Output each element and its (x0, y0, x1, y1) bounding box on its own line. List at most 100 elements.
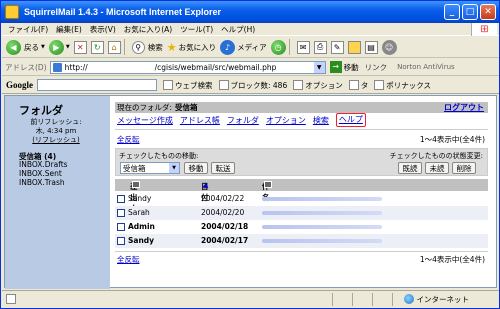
sort-icon[interactable] (264, 181, 272, 188)
back-arrow-icon: ◀ (6, 39, 21, 55)
edit-icon: ✎ (330, 40, 344, 54)
nav-compose[interactable]: メッセージ作成 (117, 115, 173, 126)
toggle-all-link[interactable]: 全反転 (117, 134, 140, 145)
web-search-button[interactable]: ウェブ検索 (163, 80, 213, 91)
media-icon: ♪ (220, 39, 236, 55)
home-button[interactable]: ⌂ (107, 40, 121, 54)
maximize-button[interactable]: □ (462, 4, 478, 20)
search-button[interactable]: ⚲ 検索 (131, 40, 163, 54)
forward-messages-button[interactable]: 転送 (211, 162, 235, 174)
minimize-button[interactable]: _ (444, 4, 460, 20)
search-icon (163, 80, 173, 90)
row-subject-blurred[interactable] (262, 239, 382, 243)
nav-address-book[interactable]: アドレス帳 (180, 115, 220, 126)
popup-button[interactable]: ポリナックス (374, 80, 431, 91)
go-button[interactable]: → 移動 (329, 61, 359, 73)
stop-button[interactable]: ✕ (73, 40, 87, 54)
address-bar: アドレス(D) http:// /cgisis/webmail/src/webm… (2, 59, 499, 76)
menu-view[interactable]: 表示(V) (90, 24, 116, 35)
norton-antivirus-button[interactable]: Norton AntiVirus (397, 63, 455, 71)
message-table-header: 差出人 日付 ▲ 件名 (115, 179, 488, 213)
popup-blocker-button[interactable]: ブロック数: 486 (218, 80, 287, 91)
star-icon: ★ (166, 40, 177, 54)
toggle-row-bottom: 全反転 1～4表示中(全4件) (115, 254, 488, 264)
sidebar-item-drafts[interactable]: INBOX.Drafts (19, 160, 68, 169)
print-button[interactable]: ⎙ (313, 40, 327, 54)
row-from: Sandy (128, 194, 152, 203)
nav-options[interactable]: オプション (266, 115, 306, 126)
move-target-select[interactable]: 受信箱 ▼ (120, 162, 180, 174)
pagerank-icon (348, 80, 359, 90)
row-date: 2004/02/17 (201, 236, 249, 245)
logout-link[interactable]: ログアウト (444, 102, 484, 113)
row-checkbox[interactable] (117, 223, 125, 231)
menu-favorites[interactable]: お気に入り(A) (124, 24, 172, 35)
nav-links: メッセージ作成 アドレス帳 フォルダ オプション 検索 ヘルプ (117, 113, 373, 127)
sidebar-item-sent[interactable]: INBOX.Sent (19, 169, 62, 178)
nav-folders[interactable]: フォルダ (227, 115, 259, 126)
move-button[interactable]: 移動 (184, 162, 208, 174)
nav-help[interactable]: ヘルプ (335, 113, 366, 127)
favorites-button[interactable]: ★ お気に入り (167, 41, 216, 54)
globe-icon (403, 294, 414, 304)
table-row[interactable]: Admin 2004/02/18 (115, 220, 488, 234)
row-date: 2004/02/22 (201, 194, 245, 203)
forward-arrow-icon: ▶ (48, 39, 64, 55)
page-done-icon (6, 294, 16, 304)
media-button[interactable]: ♪ メディア (220, 39, 267, 55)
pagerank-button[interactable]: タ (348, 80, 368, 91)
sidebar-item-trash[interactable]: INBOX.Trash (19, 178, 65, 187)
mail-button[interactable]: ✉ (296, 40, 310, 54)
mail-icon: ✉ (296, 40, 310, 54)
discuss-button[interactable] (347, 40, 361, 54)
row-subject-blurred[interactable] (262, 197, 382, 201)
menu-edit[interactable]: 編集(E) (56, 24, 82, 35)
ie-toolbar: ◀ 戻る ▼ ▶ ▼ ✕ ↻ ⌂ ⚲ 検索 ★ お気に入り ♪ メディア ◷ ✉… (2, 37, 499, 58)
menu-file[interactable]: ファイル(F) (8, 24, 48, 35)
mark-unread-button[interactable]: 未読 (425, 162, 449, 174)
table-row[interactable]: Sarah 2004/02/20 (115, 206, 488, 220)
row-subject-blurred[interactable] (262, 225, 382, 229)
research-button[interactable]: ▤ (364, 40, 378, 54)
mark-read-button[interactable]: 既読 (398, 162, 422, 174)
google-search-input[interactable] (37, 79, 157, 91)
row-subject-blurred[interactable] (262, 211, 382, 215)
sort-ascending-icon[interactable]: ▲ (203, 181, 208, 189)
chevron-down-icon[interactable]: ▼ (313, 61, 325, 73)
messenger-button[interactable]: ☺ (381, 39, 397, 55)
messenger-icon: ☺ (381, 39, 397, 55)
stop-icon: ✕ (73, 40, 87, 54)
forward-button[interactable]: ▶ ▼ (48, 39, 70, 55)
toggle-all-link-bottom[interactable]: 全反転 (117, 254, 140, 265)
browser-window: SquirrelMail 1.4.3 - Microsoft Internet … (0, 0, 500, 309)
sort-icon[interactable] (132, 181, 140, 188)
windows-logo-icon: ⊞ (471, 23, 497, 36)
address-input[interactable]: http:// /cgisis/webmail/src/webmail.php … (49, 60, 326, 74)
menu-help[interactable]: ヘルプ(H) (221, 24, 255, 35)
message-count-bottom: 1～4表示中(全4件) (419, 254, 485, 264)
links-button[interactable]: リンク (365, 62, 388, 73)
row-from: Admin (128, 222, 155, 231)
row-checkbox[interactable] (117, 209, 125, 217)
table-row[interactable]: Sandy 2004/02/22 (115, 192, 488, 206)
search-icon: ⚲ (131, 40, 145, 54)
title-bar: SquirrelMail 1.4.3 - Microsoft Internet … (1, 1, 499, 23)
chevron-down-icon: ▼ (169, 163, 179, 173)
back-label: 戻る (24, 42, 39, 52)
nav-search[interactable]: 検索 (313, 115, 329, 126)
delete-button[interactable]: 削除 (452, 162, 476, 174)
google-options-button[interactable]: オプション (293, 80, 343, 91)
menu-tools[interactable]: ツール(T) (180, 24, 213, 35)
options-icon (293, 80, 304, 90)
refresh-button[interactable]: ↻ (90, 40, 104, 54)
address-label: アドレス(D) (5, 62, 47, 72)
edit-button[interactable]: ✎ (330, 40, 344, 54)
history-button[interactable]: ◷ (270, 39, 286, 55)
row-checkbox[interactable] (117, 237, 125, 245)
row-checkbox[interactable] (117, 195, 125, 203)
table-row[interactable]: Sandy 2004/02/17 (115, 234, 488, 248)
close-button[interactable]: ✕ (480, 4, 496, 20)
back-button[interactable]: ◀ 戻る ▼ (6, 39, 45, 55)
refresh-link[interactable]: (リフレッシュ) (11, 135, 101, 145)
google-logo[interactable]: Google (6, 80, 33, 90)
